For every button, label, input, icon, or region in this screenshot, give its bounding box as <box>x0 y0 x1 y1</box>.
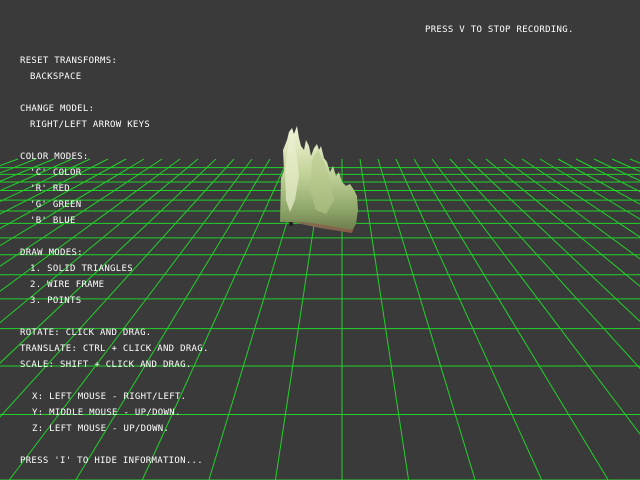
color-title: COLOR MODES: <box>20 152 89 162</box>
color-mode-color: 'C' COLOR <box>30 168 82 178</box>
grid-depth-line <box>0 158 19 167</box>
model-key: RIGHT/LEFT ARROW KEYS <box>30 120 151 130</box>
grid-depth-line <box>611 158 640 172</box>
axis-z-help: Z: LEFT MOUSE - UP/DOWN. <box>32 424 170 434</box>
rotate-help: ROTATE: CLICK AND DRAG. <box>20 328 152 338</box>
axis-y-help: Y: MIDDLE MOUSE - UP/DOWN. <box>32 408 181 418</box>
draw-mode-points: 3. POINTS <box>30 296 82 306</box>
color-mode-green: 'G' GREEN <box>30 200 82 210</box>
grid-depth-line <box>593 158 640 182</box>
grid-depth-line <box>521 158 640 238</box>
color-mode-red: 'R' RED <box>30 184 71 194</box>
draw-mode-wire: 2. WIRE FRAME <box>30 280 105 290</box>
grid-depth-line <box>377 158 476 480</box>
grid-depth-line <box>539 158 640 220</box>
grid-depth-line <box>575 158 640 193</box>
recording-notice: PRESS V TO STOP RECORDING. <box>425 25 574 35</box>
terrain-mesh-icon[interactable] <box>280 126 358 233</box>
grid-depth-line <box>413 158 609 480</box>
hide-info-help: PRESS 'I' TO HIDE INFORMATION... <box>20 456 203 466</box>
reset-title: RESET TRANSFORMS: <box>20 56 118 66</box>
axis-x-help: X: LEFT MOUSE - RIGHT/LEFT. <box>32 392 187 402</box>
color-mode-blue: 'B' BLUE <box>30 216 76 226</box>
model-title: CHANGE MODEL: <box>20 104 95 114</box>
grid-depth-line <box>431 158 640 435</box>
draw-mode-solid: 1. SOLID TRIANGLES <box>30 264 133 274</box>
translate-help: TRANSLATE: CTRL + CLICK AND DRAG. <box>20 344 209 354</box>
draw-title: DRAW MODES: <box>20 248 83 258</box>
grid-depth-line <box>359 158 410 480</box>
grid-depth-line <box>485 158 640 287</box>
3d-viewport[interactable]: PRESS V TO STOP RECORDING. RESET TRANSFO… <box>0 0 640 480</box>
reset-key: BACKSPACE <box>30 72 82 82</box>
scale-help: SCALE: SHIFT + CLICK AND DRAG. <box>20 360 192 370</box>
